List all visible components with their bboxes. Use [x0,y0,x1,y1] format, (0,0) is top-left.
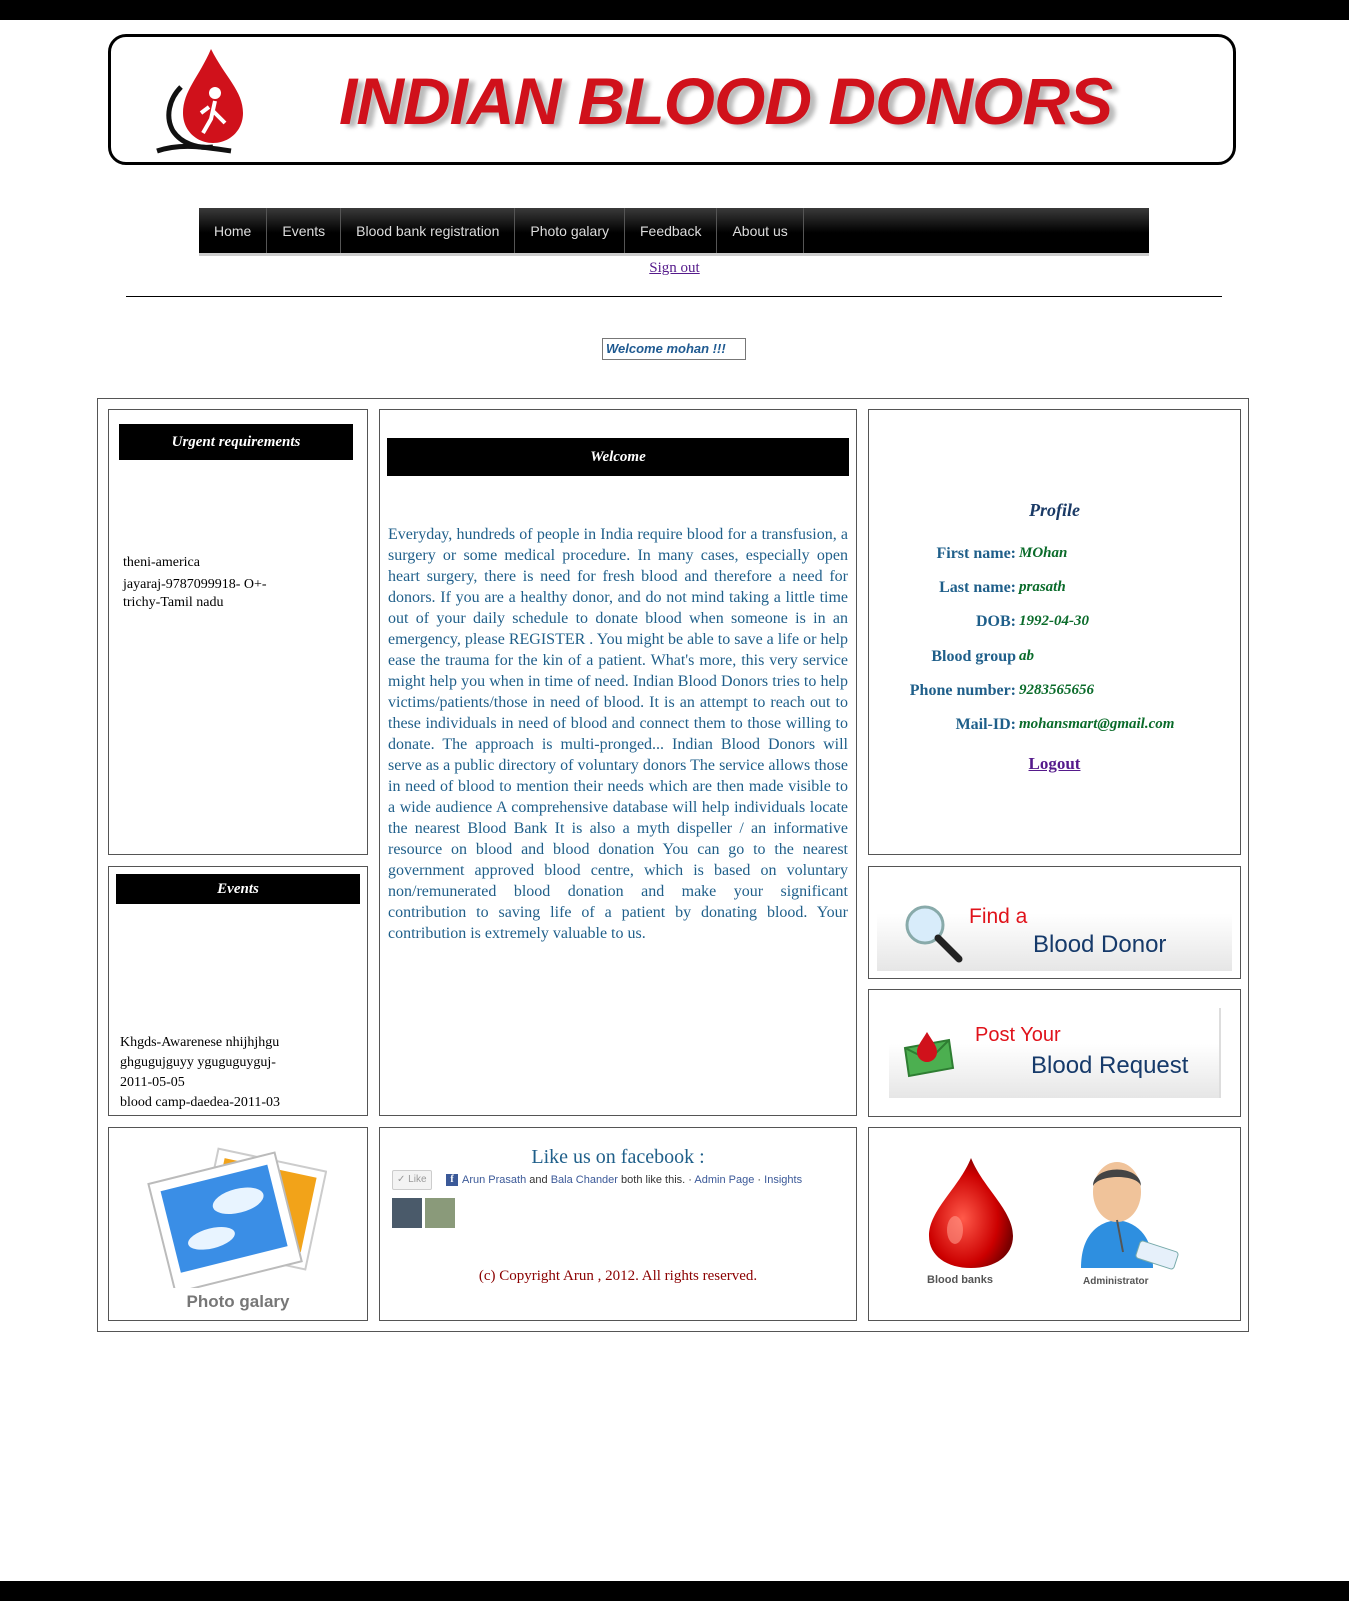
find-donor-panel: Find a Blood Donor [868,866,1241,979]
last-name-value: prasath [1019,579,1066,595]
events-title: Events [116,874,360,904]
nav-about-us[interactable]: About us [717,208,804,253]
divider [126,296,1222,297]
first-name-label: First name: [936,545,1016,562]
urgent-line: trichy-Tamil nadu [123,595,224,610]
copyright: (c) Copyright Arun , 2012. All rights re… [478,1268,758,1284]
urgent-list: theni-america jayaraj-9787099918- O+- tr… [123,552,323,614]
profile-title: Profile [1029,500,1080,520]
blood-banks-label[interactable]: Blood banks [927,1274,993,1286]
top-bar [0,0,1349,20]
nav-photo-gallery[interactable]: Photo galary [515,208,625,253]
event-line: blood camp-daedea-2011-03 [120,1095,281,1109]
mail-value: mohansmart@gmail.com [1019,716,1175,732]
quick-links-panel: Blood banks Administrator [868,1127,1241,1321]
photo-gallery-panel[interactable]: Photo galary [108,1127,368,1321]
administrator-icon[interactable] [1067,1156,1179,1272]
sign-out-link[interactable]: Sign out [649,260,699,276]
post-request-line1: Post Your [975,1024,1061,1046]
fb-name-2[interactable]: Bala Chander [551,1174,618,1186]
facebook-like-summary: Arun Prasath and Bala Chander both like … [462,1174,802,1186]
event-line: 2011-05-05 [120,1075,185,1090]
administrator-label[interactable]: Administrator [1083,1276,1149,1287]
welcome-title: Welcome [387,438,849,476]
fb-insights[interactable]: Insights [764,1174,802,1186]
fb-avatar[interactable] [425,1198,455,1228]
first-name-value: MOhan [1019,545,1068,561]
photo-gallery-icon [147,1147,327,1288]
post-request-banner[interactable]: Post Your Blood Request [889,1008,1221,1098]
blood-group-label: Blood group [931,648,1016,665]
blood-drop-icon[interactable] [921,1156,1021,1272]
events-list[interactable]: Khgds-Awarenese nhijhjhgu ghgugujguyy yg… [120,1033,350,1109]
bottom-bar [0,1581,1349,1601]
find-donor-line1: Find a [969,905,1028,928]
check-icon: ✓ [397,1174,406,1185]
nav-feedback[interactable]: Feedback [625,208,718,253]
main-nav: Home Events Blood bank registration Phot… [199,208,1149,256]
photo-gallery-label: Photo galary [186,1292,290,1311]
fb-admin-page[interactable]: Admin Page [694,1174,754,1186]
phone-value: 9283565656 [1019,682,1094,698]
logout-row: Logout [869,754,1240,774]
post-request-panel: Post Your Blood Request [868,989,1241,1117]
dob-value: 1992-04-30 [1019,613,1089,629]
urgent-line: theni-america [123,555,200,570]
magnifier-icon [905,905,963,963]
urgent-title: Urgent requirements [119,424,353,460]
events-panel: Events Khgds-Awarenese nhijhjhgu ghguguj… [108,866,368,1116]
nav-events[interactable]: Events [267,208,342,253]
blood-drop-logo-icon [156,49,243,154]
fb-avatar[interactable] [392,1198,422,1228]
fb-separator: · [688,1174,692,1186]
site-header: INDIAN BLOOD DONORS [108,34,1236,165]
phone-label: Phone number: [909,682,1016,699]
blood-group-value: ab [1019,648,1034,664]
find-donor-line2: Blood Donor [1033,931,1167,958]
facebook-title: Like us on facebook : [531,1146,705,1168]
mail-label: Mail-ID: [955,716,1016,733]
fb-and: and [529,1174,548,1186]
nav-blood-bank-registration[interactable]: Blood bank registration [341,208,516,253]
fb-separator: · [757,1174,762,1186]
urgent-panel: Urgent requirements theni-america jayara… [108,409,368,855]
fb-like-text: both like this. [621,1174,686,1186]
profile-panel: Profile First name: MOhan Last name: pra… [868,409,1241,855]
envelope-drop-icon [903,1032,955,1078]
welcome-panel: Welcome Everyday, hundreds of people in … [379,409,857,1116]
content-grid: Urgent requirements theni-america jayara… [97,398,1249,1332]
dob-label: DOB: [976,613,1016,630]
event-line: ghgugujguyy yguguguyguj- [120,1055,276,1070]
facebook-panel: Like us on facebook : ✓ Like f Arun Pras… [379,1127,857,1321]
post-request-line2: Blood Request [1031,1052,1189,1079]
event-line: Khgds-Awarenese nhijhjhgu [120,1035,280,1050]
welcome-text: Everyday, hundreds of people in India re… [388,526,848,942]
brand-title: INDIAN BLOOD DONORS [339,64,1113,138]
logout-link[interactable]: Logout [1029,754,1081,773]
facebook-icon: f [446,1174,458,1186]
like-label: Like [408,1174,427,1185]
welcome-user-field: Welcome mohan !!! [602,338,746,360]
last-name-label: Last name: [939,579,1016,596]
fb-name-1[interactable]: Arun Prasath [462,1174,526,1186]
sign-out-row: Sign out [0,260,1349,277]
nav-home[interactable]: Home [199,208,268,253]
facebook-like-button[interactable]: ✓ Like [392,1170,432,1190]
find-donor-banner[interactable]: Find a Blood Donor [877,875,1232,971]
